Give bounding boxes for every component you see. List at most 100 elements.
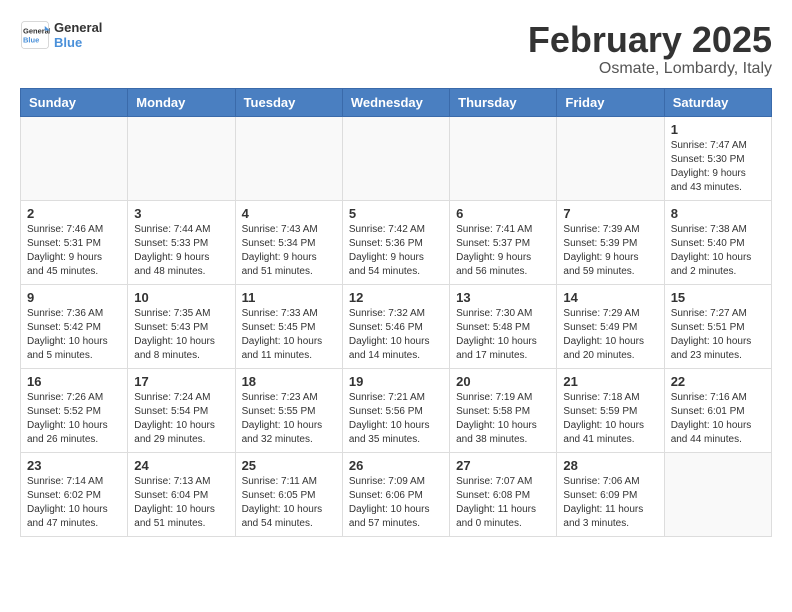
svg-text:Blue: Blue <box>23 36 39 45</box>
calendar-cell: 10Sunrise: 7:35 AM Sunset: 5:43 PM Dayli… <box>128 284 235 368</box>
week-row-4: 16 Sunrise: 7:26 AM Sunset: 5:52 PM Dayli… <box>21 368 772 452</box>
logo-icon: General Blue <box>20 20 50 50</box>
day-info: Sunrise: 7:16 AM Sunset: 6:01 PM Dayligh… <box>671 391 765 447</box>
calendar-cell: 20Sunrise: 7:19 AM Sunset: 5:58 PM Dayli… <box>450 368 557 452</box>
day-number: 26 <box>349 458 443 473</box>
day-number: 2 <box>27 206 121 221</box>
calendar-cell: 15 Sunrise: 7:27 AM Sunset: 5:51 PM Dayli… <box>664 284 771 368</box>
calendar-cell: 17 Sunrise: 7:24 AM Sunset: 5:54 PM Dayli… <box>128 368 235 452</box>
day-number: 14 <box>563 290 657 305</box>
weekday-header-sunday: Sunday <box>21 88 128 116</box>
day-number: 8 <box>671 206 765 221</box>
month-title: February 2025 <box>528 20 772 60</box>
calendar-cell: 1 Sunrise: 7:47 AM Sunset: 5:30 PM Daylig… <box>664 116 771 200</box>
calendar-cell <box>664 452 771 536</box>
day-info: Sunrise: 7:23 AM Sunset: 5:55 PM Dayligh… <box>242 391 336 447</box>
day-info: Sunrise: 7:11 AM Sunset: 6:05 PM Dayligh… <box>242 475 336 531</box>
day-info: Sunrise: 7:46 AM Sunset: 5:31 PM Dayligh… <box>27 223 121 279</box>
calendar-cell: 19 Sunrise: 7:21 AM Sunset: 5:56 PM Dayli… <box>342 368 449 452</box>
calendar-cell: 16 Sunrise: 7:26 AM Sunset: 5:52 PM Dayli… <box>21 368 128 452</box>
day-number: 6 <box>456 206 550 221</box>
day-number: 12 <box>349 290 443 305</box>
day-info: Sunrise: 7:18 AM Sunset: 5:59 PM Dayligh… <box>563 391 657 447</box>
calendar-cell: 2 Sunrise: 7:46 AM Sunset: 5:31 PM Daylig… <box>21 200 128 284</box>
day-info: Sunrise: 7:06 AM Sunset: 6:09 PM Dayligh… <box>563 475 657 531</box>
day-info: Sunrise: 7:33 AM Sunset: 5:45 PM Dayligh… <box>242 307 336 363</box>
day-info: Sunrise: 7:47 AM Sunset: 5:30 PM Dayligh… <box>671 139 765 195</box>
day-number: 25 <box>242 458 336 473</box>
calendar-cell: 9Sunrise: 7:36 AM Sunset: 5:42 PM Daylig… <box>21 284 128 368</box>
day-number: 1 <box>671 122 765 137</box>
day-info: Sunrise: 7:27 AM Sunset: 5:51 PM Dayligh… <box>671 307 765 363</box>
day-info: Sunrise: 7:32 AM Sunset: 5:46 PM Dayligh… <box>349 307 443 363</box>
day-number: 16 <box>27 374 121 389</box>
day-info: Sunrise: 7:38 AM Sunset: 5:40 PM Dayligh… <box>671 223 765 279</box>
day-number: 15 <box>671 290 765 305</box>
day-info: Sunrise: 7:21 AM Sunset: 5:56 PM Dayligh… <box>349 391 443 447</box>
calendar-cell: 26 Sunrise: 7:09 AM Sunset: 6:06 PM Dayli… <box>342 452 449 536</box>
calendar-cell: 18 Sunrise: 7:23 AM Sunset: 5:55 PM Dayli… <box>235 368 342 452</box>
day-info: Sunrise: 7:24 AM Sunset: 5:54 PM Dayligh… <box>134 391 228 447</box>
day-number: 7 <box>563 206 657 221</box>
day-info: Sunrise: 7:29 AM Sunset: 5:49 PM Dayligh… <box>563 307 657 363</box>
weekday-header-saturday: Saturday <box>664 88 771 116</box>
weekday-header-tuesday: Tuesday <box>235 88 342 116</box>
day-number: 19 <box>349 374 443 389</box>
day-info: Sunrise: 7:13 AM Sunset: 6:04 PM Dayligh… <box>134 475 228 531</box>
day-info: Sunrise: 7:30 AM Sunset: 5:48 PM Dayligh… <box>456 307 550 363</box>
day-info: Sunrise: 7:09 AM Sunset: 6:06 PM Dayligh… <box>349 475 443 531</box>
calendar-cell: 24 Sunrise: 7:13 AM Sunset: 6:04 PM Dayli… <box>128 452 235 536</box>
day-info: Sunrise: 7:41 AM Sunset: 5:37 PM Dayligh… <box>456 223 550 279</box>
calendar-cell: 12 Sunrise: 7:32 AM Sunset: 5:46 PM Dayli… <box>342 284 449 368</box>
day-number: 20 <box>456 374 550 389</box>
calendar-cell: 4 Sunrise: 7:43 AM Sunset: 5:34 PM Daylig… <box>235 200 342 284</box>
calendar-cell: 22 Sunrise: 7:16 AM Sunset: 6:01 PM Dayli… <box>664 368 771 452</box>
day-number: 21 <box>563 374 657 389</box>
title-block: February 2025 Osmate, Lombardy, Italy <box>528 20 772 78</box>
weekday-header-thursday: Thursday <box>450 88 557 116</box>
calendar-cell: 3Sunrise: 7:44 AM Sunset: 5:33 PM Daylig… <box>128 200 235 284</box>
day-number: 9 <box>27 290 121 305</box>
day-info: Sunrise: 7:42 AM Sunset: 5:36 PM Dayligh… <box>349 223 443 279</box>
calendar-cell: 6 Sunrise: 7:41 AM Sunset: 5:37 PM Daylig… <box>450 200 557 284</box>
week-row-2: 2 Sunrise: 7:46 AM Sunset: 5:31 PM Daylig… <box>21 200 772 284</box>
day-info: Sunrise: 7:14 AM Sunset: 6:02 PM Dayligh… <box>27 475 121 531</box>
day-number: 23 <box>27 458 121 473</box>
day-info: Sunrise: 7:07 AM Sunset: 6:08 PM Dayligh… <box>456 475 550 531</box>
calendar-cell: 13 Sunrise: 7:30 AM Sunset: 5:48 PM Dayli… <box>450 284 557 368</box>
logo-general-text: General <box>54 20 102 35</box>
day-number: 24 <box>134 458 228 473</box>
day-number: 5 <box>349 206 443 221</box>
day-number: 11 <box>242 290 336 305</box>
day-info: Sunrise: 7:26 AM Sunset: 5:52 PM Dayligh… <box>27 391 121 447</box>
calendar-cell: 23 Sunrise: 7:14 AM Sunset: 6:02 PM Dayli… <box>21 452 128 536</box>
weekday-header-row: SundayMondayTuesdayWednesdayThursdayFrid… <box>21 88 772 116</box>
day-number: 13 <box>456 290 550 305</box>
logo: General Blue General Blue <box>20 20 102 50</box>
page-header: General Blue General Blue February 2025 … <box>20 20 772 78</box>
calendar-cell <box>450 116 557 200</box>
day-info: Sunrise: 7:43 AM Sunset: 5:34 PM Dayligh… <box>242 223 336 279</box>
day-number: 27 <box>456 458 550 473</box>
day-number: 28 <box>563 458 657 473</box>
week-row-3: 9Sunrise: 7:36 AM Sunset: 5:42 PM Daylig… <box>21 284 772 368</box>
day-number: 22 <box>671 374 765 389</box>
weekday-header-friday: Friday <box>557 88 664 116</box>
calendar-cell <box>128 116 235 200</box>
day-number: 17 <box>134 374 228 389</box>
calendar-cell <box>557 116 664 200</box>
weekday-header-monday: Monday <box>128 88 235 116</box>
calendar-table: SundayMondayTuesdayWednesdayThursdayFrid… <box>20 88 772 537</box>
day-info: Sunrise: 7:44 AM Sunset: 5:33 PM Dayligh… <box>134 223 228 279</box>
calendar-cell: 8 Sunrise: 7:38 AM Sunset: 5:40 PM Daylig… <box>664 200 771 284</box>
day-info: Sunrise: 7:35 AM Sunset: 5:43 PM Dayligh… <box>134 307 228 363</box>
location: Osmate, Lombardy, Italy <box>528 60 772 78</box>
week-row-5: 23 Sunrise: 7:14 AM Sunset: 6:02 PM Dayli… <box>21 452 772 536</box>
day-info: Sunrise: 7:39 AM Sunset: 5:39 PM Dayligh… <box>563 223 657 279</box>
calendar-cell: 21 Sunrise: 7:18 AM Sunset: 5:59 PM Dayli… <box>557 368 664 452</box>
weekday-header-wednesday: Wednesday <box>342 88 449 116</box>
day-number: 4 <box>242 206 336 221</box>
day-number: 18 <box>242 374 336 389</box>
calendar-cell: 28 Sunrise: 7:06 AM Sunset: 6:09 PM Dayli… <box>557 452 664 536</box>
week-row-1: 1 Sunrise: 7:47 AM Sunset: 5:30 PM Daylig… <box>21 116 772 200</box>
